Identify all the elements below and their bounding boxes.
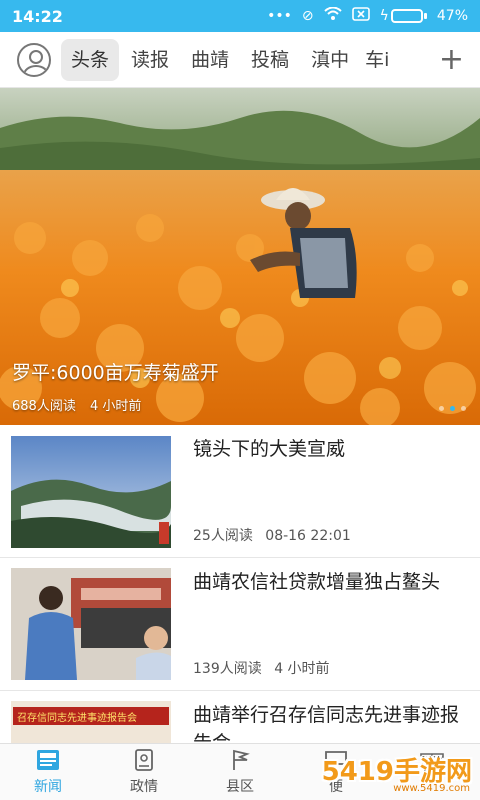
carousel-dot: [461, 406, 466, 411]
document-icon: [135, 749, 153, 771]
tab-read-paper[interactable]: 读报: [121, 39, 179, 81]
news-thumbnail: 召存信同志先进事迹报告会: [11, 701, 171, 743]
hero-time: 4 小时前: [89, 399, 142, 414]
news-thumbnail: [11, 568, 171, 680]
news-title: 镜头下的大美宣威: [193, 438, 346, 460]
site-watermark: 5419手游网 www.5419.com: [322, 743, 480, 800]
nav-politics[interactable]: 政情: [96, 744, 192, 800]
nav-label: 政情: [130, 779, 158, 795]
vibrate-off-icon: ⊘: [301, 8, 314, 24]
carousel-dot-active: [450, 406, 455, 411]
news-read-count: 139人阅读: [193, 661, 262, 677]
battery-percent: 47%: [436, 8, 468, 24]
news-title: 曲靖举行召存信同志先进事迹报告会: [193, 704, 460, 743]
nav-county[interactable]: 县区: [192, 744, 288, 800]
news-time: 4 小时前: [274, 661, 330, 677]
hero-banner[interactable]: 罗平:6000亩万寿菊盛开 688人阅读 4 小时前: [0, 88, 480, 425]
news-meta: 25人阅读 08-16 22:01: [193, 525, 359, 545]
wifi-icon: [323, 6, 342, 25]
list-item[interactable]: 召存信同志先进事迹报告会 曲靖举行召存信同志先进事迹报告会: [0, 691, 480, 743]
status-bar: 14:22 ••• ⊘ ϟ 47%: [0, 0, 480, 32]
list-item[interactable]: 曲靖农信社贷款增量独占鳌头 139人阅读 4 小时前: [0, 558, 480, 691]
tab-submit[interactable]: 投稿: [241, 39, 299, 81]
nav-label: 县区: [226, 779, 254, 795]
channel-tab-bar: 头条 读报 曲靖 投稿 滇中 车i +: [0, 32, 480, 88]
battery-icon: ϟ: [380, 8, 427, 24]
hero-meta: 688人阅读 4 小时前: [12, 395, 151, 414]
tab-qujing[interactable]: 曲靖: [181, 39, 239, 81]
news-icon: [37, 750, 59, 770]
flag-icon: [233, 749, 250, 770]
thumbnail-banner-text: 召存信同志先进事迹报告会: [17, 713, 137, 724]
hero-title: 罗平:6000亩万寿菊盛开: [12, 362, 219, 384]
nav-news[interactable]: 新闻: [0, 744, 96, 800]
tab-car[interactable]: 车i: [361, 39, 395, 81]
news-thumbnail: [11, 436, 171, 548]
news-title: 曲靖农信社贷款增量独占鳌头: [193, 571, 441, 593]
status-time: 14:22: [12, 6, 63, 26]
news-time: 08-16 22:01: [265, 528, 351, 544]
watermark-url: www.5419.com: [393, 783, 470, 794]
hero-read-count: 688人阅读: [12, 399, 76, 414]
nav-label: 新闻: [34, 779, 62, 795]
more-dots-icon: •••: [267, 8, 292, 24]
tab-headlines[interactable]: 头条: [61, 38, 120, 81]
carousel-dot: [439, 406, 444, 411]
no-sim-icon: [351, 7, 370, 25]
carousel-indicator: [439, 406, 466, 411]
add-channel-icon[interactable]: +: [439, 44, 464, 75]
news-meta: 139人阅读 4 小时前: [193, 658, 338, 678]
list-item[interactable]: 镜头下的大美宣威 25人阅读 08-16 22:01: [0, 425, 480, 558]
user-avatar-icon[interactable]: [17, 42, 51, 77]
news-read-count: 25人阅读: [193, 528, 253, 544]
tab-dianzhong[interactable]: 滇中: [301, 39, 359, 81]
charging-icon: ϟ: [379, 8, 389, 24]
status-icons: ••• ⊘ ϟ 47%: [267, 6, 468, 25]
